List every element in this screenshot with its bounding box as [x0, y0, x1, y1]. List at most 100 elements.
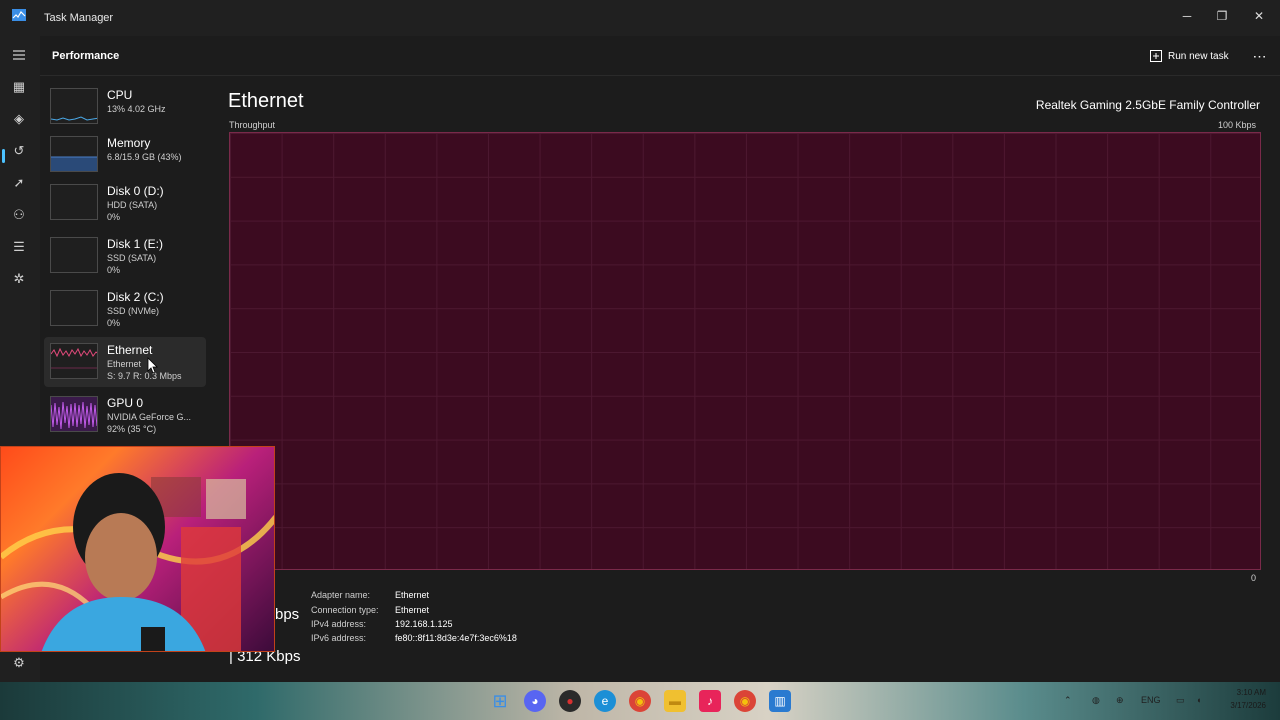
property-label: Connection type:: [311, 605, 379, 615]
device-item-memory[interactable]: Memory 6.8/15.9 GB (43%): [44, 130, 206, 180]
microphone-icon[interactable]: ◍: [1092, 695, 1100, 706]
device-detail: 13% 4.02 GHz: [107, 104, 166, 114]
clock-time: 3:10 AM: [1236, 688, 1266, 697]
property-value: fe80::8f11:8d3e:4e7f:3ec6%18: [395, 633, 517, 643]
display-icon[interactable]: ▭: [1176, 695, 1185, 706]
device-name: Memory: [107, 136, 151, 150]
device-name: CPU: [107, 88, 133, 102]
minimize-button[interactable]: ─: [1171, 4, 1203, 28]
device-name: Ethernet: [107, 343, 153, 357]
nav-processes[interactable]: ▦: [8, 76, 30, 98]
device-name: Disk 2 (C:): [107, 290, 164, 304]
gpu-thumbnail: [50, 396, 98, 432]
page-header: Performance Run new task ⋯: [40, 36, 1280, 76]
taskbar-tiktok[interactable]: ♪: [699, 690, 721, 712]
memory-thumbnail: [50, 136, 98, 172]
taskbar-file-explorer[interactable]: ▬: [664, 690, 686, 712]
throughput-label: Throughput: [229, 120, 276, 130]
device-detail: SSD (SATA): [107, 253, 157, 263]
device-name: Disk 1 (E:): [107, 237, 164, 251]
details-icon: ☰: [13, 239, 25, 254]
close-button[interactable]: ✕: [1243, 4, 1275, 28]
device-detail: Ethernet: [107, 359, 142, 369]
settings-button[interactable]: ⚙: [8, 652, 30, 674]
chrome-icon: ◉: [739, 694, 751, 708]
property-value: Ethernet: [395, 590, 430, 600]
disk-2-thumbnail: [50, 290, 98, 326]
tray-chevron-icon[interactable]: ⌃: [1064, 695, 1072, 706]
device-name: Disk 0 (D:): [107, 184, 164, 198]
folder-icon: ▬: [669, 694, 681, 708]
nav-startup-apps[interactable]: ➚: [8, 172, 30, 194]
app-icon: ●: [566, 694, 574, 708]
taskbar-chrome-2[interactable]: ◉: [734, 690, 756, 712]
device-item-cpu[interactable]: CPU 13% 4.02 GHz: [44, 82, 206, 132]
disk-0-thumbnail: [50, 184, 98, 220]
nav-users[interactable]: ⚇: [8, 204, 30, 226]
device-usage: 0%: [107, 318, 121, 328]
history-icon: ↺: [13, 143, 25, 158]
throughput-graph: [229, 132, 1261, 570]
device-item-disk-2[interactable]: Disk 2 (C:) SSD (NVMe) 0%: [44, 284, 206, 334]
send-speed: bps: [275, 606, 300, 623]
run-new-task-button[interactable]: Run new task: [1150, 44, 1229, 68]
device-item-ethernet[interactable]: Ethernet Ethernet S: 9.7 R: 0.3 Mbps: [44, 337, 206, 387]
network-icon[interactable]: ⊕: [1116, 695, 1124, 706]
language-indicator[interactable]: ENG: [1141, 695, 1161, 705]
discord-icon: ◕: [531, 694, 539, 708]
cpu-thumbnail: [50, 88, 98, 124]
detail-title: Ethernet: [228, 90, 304, 112]
device-item-disk-0[interactable]: Disk 0 (D:) HDD (SATA) 0%: [44, 178, 206, 228]
tiktok-icon: ♪: [707, 694, 713, 708]
volume-icon[interactable]: ◖: [1196, 695, 1201, 705]
adapter-description: Realtek Gaming 2.5GbE Family Controller: [1035, 98, 1260, 112]
ethernet-thumbnail: [50, 343, 98, 379]
nav-app-history[interactable]: ↺: [8, 140, 30, 162]
device-item-disk-1[interactable]: Disk 1 (E:) SSD (SATA) 0%: [44, 231, 206, 281]
device-name: GPU 0: [107, 396, 144, 410]
run-task-icon: [1150, 50, 1162, 62]
property-value: 192.168.1.125: [395, 619, 453, 629]
nav-services[interactable]: ✲: [8, 268, 30, 290]
grid-icon: ▦: [12, 79, 26, 94]
restore-button[interactable]: ❐: [1206, 4, 1238, 28]
taskbar-start[interactable]: ⊞: [489, 690, 511, 712]
task-manager-window: Task Manager ─ ❐ ✕ ▦ ◈ ↺ ➚ ⚇ ☰ ✲ ⚙ Perfo…: [0, 0, 1280, 682]
nav-performance[interactable]: ◈: [8, 108, 30, 130]
webcam-overlay: [0, 446, 275, 652]
device-usage: 0%: [107, 212, 121, 222]
nav-details[interactable]: ☰: [8, 236, 30, 258]
property-row: Adapter name: Ethernet: [311, 590, 611, 604]
system-clock[interactable]: 3:10 AM 3/17/2026: [1216, 686, 1266, 712]
more-options-button[interactable]: ⋯: [1248, 44, 1272, 68]
property-label: Adapter name:: [311, 590, 371, 600]
throughput-min-label: 0: [1250, 573, 1256, 583]
property-value: Ethernet: [395, 605, 430, 615]
services-icon: ✲: [13, 271, 25, 286]
taskbar-discord[interactable]: ◕: [524, 690, 546, 712]
active-indicator: [2, 149, 5, 163]
hamburger-menu-button[interactable]: [8, 44, 30, 66]
device-detail: SSD (NVMe): [107, 306, 160, 316]
taskbar-app-red[interactable]: ●: [559, 690, 581, 712]
windows-icon: ⊞: [492, 690, 508, 711]
task-manager-app-icon: [12, 9, 26, 21]
device-item-gpu-0[interactable]: GPU 0 NVIDIA GeForce G... 92% (35 °C): [44, 390, 206, 440]
property-label: IPv4 address:: [311, 619, 367, 629]
property-label: IPv6 address:: [311, 633, 367, 643]
property-row: IPv4 address: 192.168.1.125: [311, 619, 611, 633]
window-title: Task Manager: [44, 12, 114, 24]
webcam-feed-image: [1, 473, 274, 651]
taskbar-edge[interactable]: e: [594, 690, 616, 712]
throughput-max-label: 100 Kbps: [1217, 120, 1256, 130]
taskbar-chrome[interactable]: ◉: [629, 690, 651, 712]
users-icon: ⚇: [13, 207, 25, 222]
property-row: Connection type: Ethernet: [311, 605, 611, 619]
gear-icon: ⚙: [13, 655, 25, 670]
device-detail: HDD (SATA): [107, 200, 158, 210]
title-bar: Task Manager ─ ❐ ✕: [0, 0, 1280, 36]
taskbar: ⊞ ◕ ● e ◉ ▬ ♪ ◉ ▥ ⌃ ◍ ⊕ ENG ▭ ◖ 3:10 AM …: [0, 682, 1280, 720]
task-manager-icon: ▥: [774, 694, 786, 708]
device-usage: 0%: [107, 265, 121, 275]
taskbar-task-manager[interactable]: ▥: [769, 690, 791, 712]
